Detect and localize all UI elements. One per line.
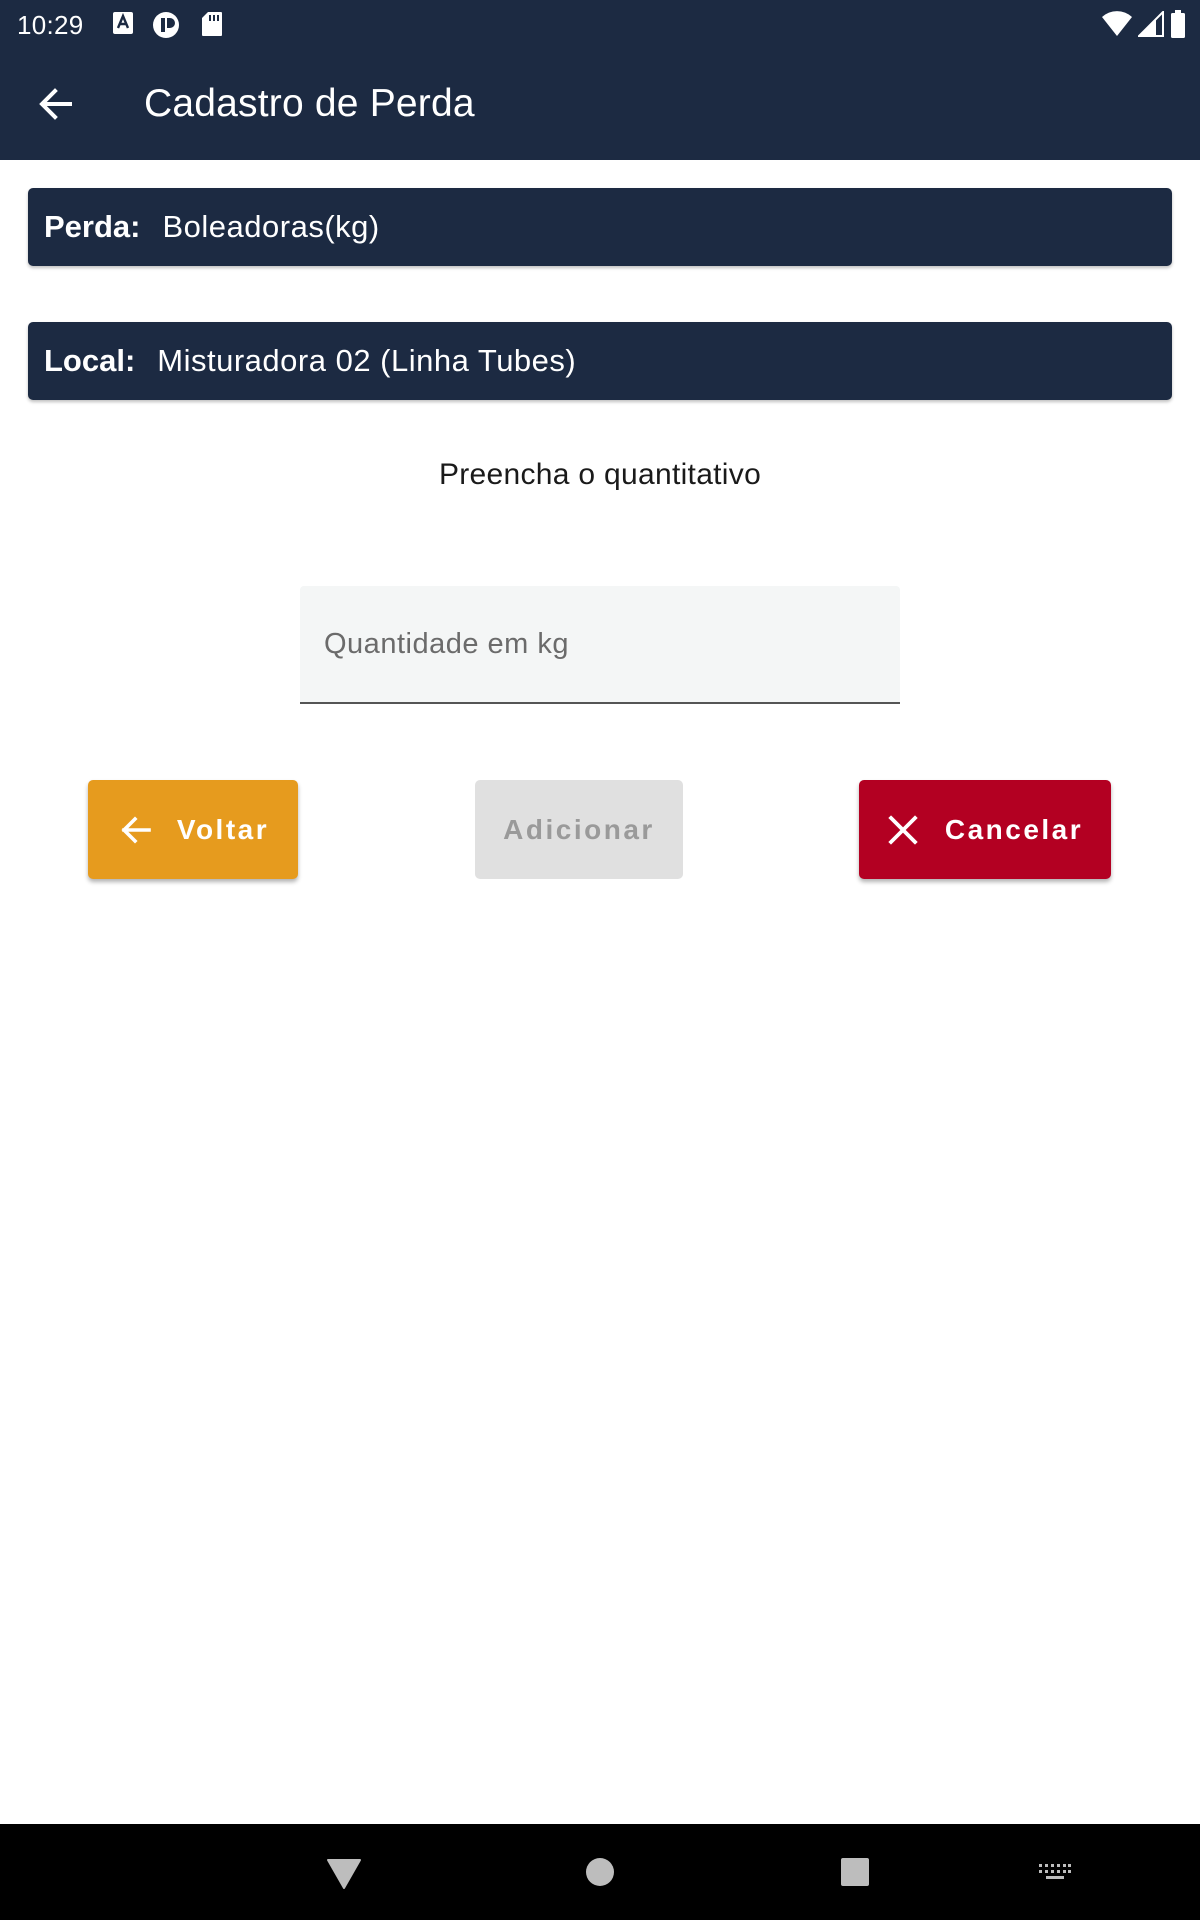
app-bar: Cadastro de Perda [0,48,1200,160]
back-triangle-icon[interactable] [326,1858,362,1895]
cancelar-label: Cancelar [944,813,1084,845]
system-nav-bar [0,1824,1200,1920]
arrow-back-icon [117,811,155,849]
page-title: Cadastro de Perda [144,82,475,125]
local-info-bar: Local: Misturadora 02 (Linha Tubes) [28,322,1172,400]
status-time: 10:29 [17,10,84,40]
cancelar-button[interactable]: Cancelar [859,780,1111,879]
perda-value: Boleadoras(kg) [162,209,380,244]
home-circle-icon[interactable] [585,1857,615,1892]
sd-card-icon [201,11,223,42]
quantity-field[interactable] [300,586,900,704]
cell-signal-icon [1136,9,1164,42]
voltar-label: Voltar [176,813,270,845]
keyboard-icon[interactable] [1038,1862,1072,1887]
font-download-icon [112,11,134,40]
close-icon [887,814,919,846]
arrow-back-icon[interactable] [34,82,78,126]
quantity-prompt: Preencha o quantitativo [438,458,762,491]
local-value: Misturadora 02 (Linha Tubes) [157,343,577,378]
status-bar: 10:29 [0,0,1200,48]
perda-label: Perda: [44,209,141,244]
local-label: Local: [44,343,136,378]
adicionar-label: Adicionar [503,813,655,845]
adicionar-button[interactable]: Adicionar [475,780,683,879]
perda-info-bar: Perda: Boleadoras(kg) [28,188,1172,266]
quantity-input[interactable] [300,586,900,702]
app-notification-icon [152,11,180,44]
battery-icon [1170,10,1186,43]
wifi-icon [1102,11,1132,42]
recents-square-icon[interactable] [840,1857,870,1892]
voltar-button[interactable]: Voltar [88,780,298,879]
